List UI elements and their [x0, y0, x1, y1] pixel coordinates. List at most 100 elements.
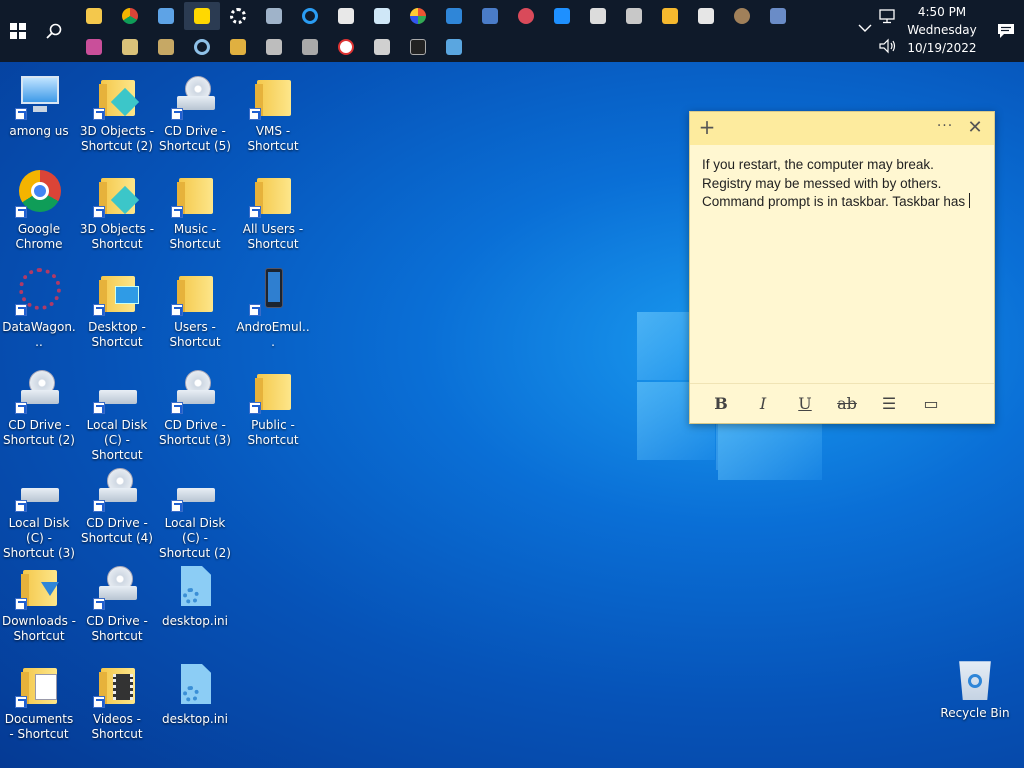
desktop-icon-label: Local Disk (C) - Shortcut (3) [3, 516, 75, 560]
cd-drive-icon [171, 72, 219, 120]
desktop-icon[interactable]: Public - Shortcut [234, 366, 312, 448]
underline-button[interactable]: U [784, 394, 826, 413]
drive-icon[interactable] [112, 33, 148, 61]
folder-icon [249, 72, 297, 120]
remote-desktop-icon[interactable] [436, 2, 472, 30]
desktop-icon[interactable]: 3D Objects - Shortcut (2) [78, 72, 156, 154]
desktop-icon[interactable]: Music - Shortcut [156, 170, 234, 252]
mstsc-icon[interactable] [148, 2, 184, 30]
taskbar-row-2 [76, 33, 472, 61]
desktop-icon-label: Music - Shortcut [169, 222, 221, 251]
desktop-icon[interactable]: All Users - Shortcut [234, 170, 312, 252]
system-tray: 4:50 PM Wednesday 10/19/2022 [854, 0, 1024, 62]
clock-time: 4:50 PM [917, 5, 967, 19]
desktop-icon-label: desktop.ini [162, 712, 228, 726]
recycle-bin[interactable]: Recycle Bin [936, 656, 1014, 720]
paint-icon[interactable] [400, 2, 436, 30]
sticky-note-titlebar[interactable]: + ··· ✕ [690, 112, 994, 145]
desktop-icon[interactable]: AndroEmul... [234, 268, 312, 350]
chrome-icon[interactable] [112, 2, 148, 30]
desktop-icon[interactable]: among us [0, 72, 78, 139]
note-text-area[interactable]: If you restart, the computer may break. … [690, 145, 994, 383]
desktop-icon[interactable]: CD Drive - Shortcut [78, 562, 156, 644]
notepad-icon[interactable] [364, 2, 400, 30]
network-icon[interactable] [256, 2, 292, 30]
desktop-icon[interactable]: CD Drive - Shortcut (3) [156, 366, 234, 448]
desktop-icon[interactable]: Local Disk (C) - Shortcut (3) [0, 464, 78, 561]
search-icon [46, 23, 62, 39]
desktop-icon-label: CD Drive - Shortcut (3) [159, 418, 231, 447]
new-note-button[interactable]: + [696, 117, 718, 139]
bullet-list-button[interactable]: ☰ [868, 394, 910, 413]
media-player-icon[interactable] [652, 2, 688, 30]
desktop-icon[interactable]: Users - Shortcut [156, 268, 234, 350]
settings-gear-icon[interactable] [220, 2, 256, 30]
desktop-icon-label: Google Chrome [15, 222, 63, 251]
strikethrough-icon: ab [837, 394, 857, 413]
local-disk-icon [15, 464, 63, 512]
document-icon[interactable] [688, 2, 724, 30]
cmd-icon[interactable] [400, 33, 436, 61]
sticky-notes-icon[interactable] [184, 2, 220, 30]
bold-button[interactable]: B [700, 394, 742, 413]
desktop-icon[interactable]: Local Disk (C) - Shortcut [78, 366, 156, 463]
strikethrough-button[interactable]: ab [826, 394, 868, 413]
documents-folder-icon [15, 660, 63, 708]
more-options-button[interactable]: ··· [934, 118, 956, 134]
desktop-icon[interactable]: 3D Objects - Shortcut [78, 170, 156, 252]
printer2-icon[interactable] [364, 33, 400, 61]
desktop-icon[interactable]: Documents - Shortcut [0, 660, 78, 742]
desktop-icon-label: AndroEmul... [236, 320, 310, 349]
taskbar-row-1 [76, 2, 796, 30]
desktop-icon[interactable]: Downloads - Shortcut [0, 562, 78, 644]
desktop-icon[interactable]: VMS - Shortcut [234, 72, 312, 154]
clock-day: Wednesday [907, 23, 977, 37]
desktop-icon[interactable]: Local Disk (C) - Shortcut (2) [156, 464, 234, 561]
desktop-icon[interactable]: desktop.ini [156, 660, 234, 727]
start-button[interactable] [0, 0, 36, 62]
display-icon[interactable] [436, 33, 472, 61]
file-explorer-icon[interactable] [76, 2, 112, 30]
volume-icon[interactable] [878, 38, 898, 54]
desktop-icon[interactable]: CD Drive - Shortcut (4) [78, 464, 156, 546]
list-icon: ☰ [881, 394, 897, 413]
insert-image-button[interactable]: ▭ [910, 394, 952, 413]
folder-icon [171, 268, 219, 316]
calc-icon[interactable] [544, 2, 580, 30]
cloud-icon[interactable] [508, 2, 544, 30]
scanner-icon[interactable] [256, 33, 292, 61]
clock[interactable]: 4:50 PM Wednesday 10/19/2022 [898, 3, 986, 57]
book-icon[interactable] [148, 33, 184, 61]
desktop-icon[interactable]: desktop.ini [156, 562, 234, 629]
security-icon[interactable] [220, 33, 256, 61]
desktop-icon[interactable]: Desktop - Shortcut [78, 268, 156, 350]
music-folder-icon [171, 170, 219, 218]
desktop-icon[interactable]: CD Drive - Shortcut (2) [0, 366, 78, 448]
formatting-toolbar: B I U ab ☰ ▭ [690, 383, 994, 423]
action-center-button[interactable] [988, 0, 1024, 62]
desktop-icon[interactable]: Google Chrome [0, 170, 78, 252]
desktop-icon[interactable]: CD Drive - Shortcut (5) [156, 72, 234, 154]
show-hidden-icons-button[interactable] [854, 22, 876, 36]
close-note-button[interactable]: ✕ [964, 117, 986, 139]
ie-icon[interactable] [292, 2, 328, 30]
italic-button[interactable]: I [742, 394, 784, 413]
phone-icon [249, 268, 297, 316]
photos-icon[interactable] [724, 2, 760, 30]
compass-icon[interactable] [328, 33, 364, 61]
settings-file-icon [171, 562, 219, 610]
desktop-icon[interactable]: Videos - Shortcut [78, 660, 156, 742]
hardware-icon[interactable] [292, 33, 328, 61]
pen-tablet-icon[interactable] [328, 2, 364, 30]
desktop-icon-label: Downloads - Shortcut [1, 614, 77, 643]
archive-icon[interactable] [76, 33, 112, 61]
desktop-icon[interactable]: DataWagon... [0, 268, 78, 350]
control-panel-icon[interactable] [580, 2, 616, 30]
system-icon[interactable] [760, 2, 796, 30]
search-button[interactable] [36, 0, 72, 62]
note-line: Registry may be messed with by others. [702, 175, 942, 191]
printer-icon[interactable] [616, 2, 652, 30]
network-tray-icon[interactable] [878, 8, 898, 24]
magnifier-icon[interactable] [184, 33, 220, 61]
device-icon[interactable] [472, 2, 508, 30]
